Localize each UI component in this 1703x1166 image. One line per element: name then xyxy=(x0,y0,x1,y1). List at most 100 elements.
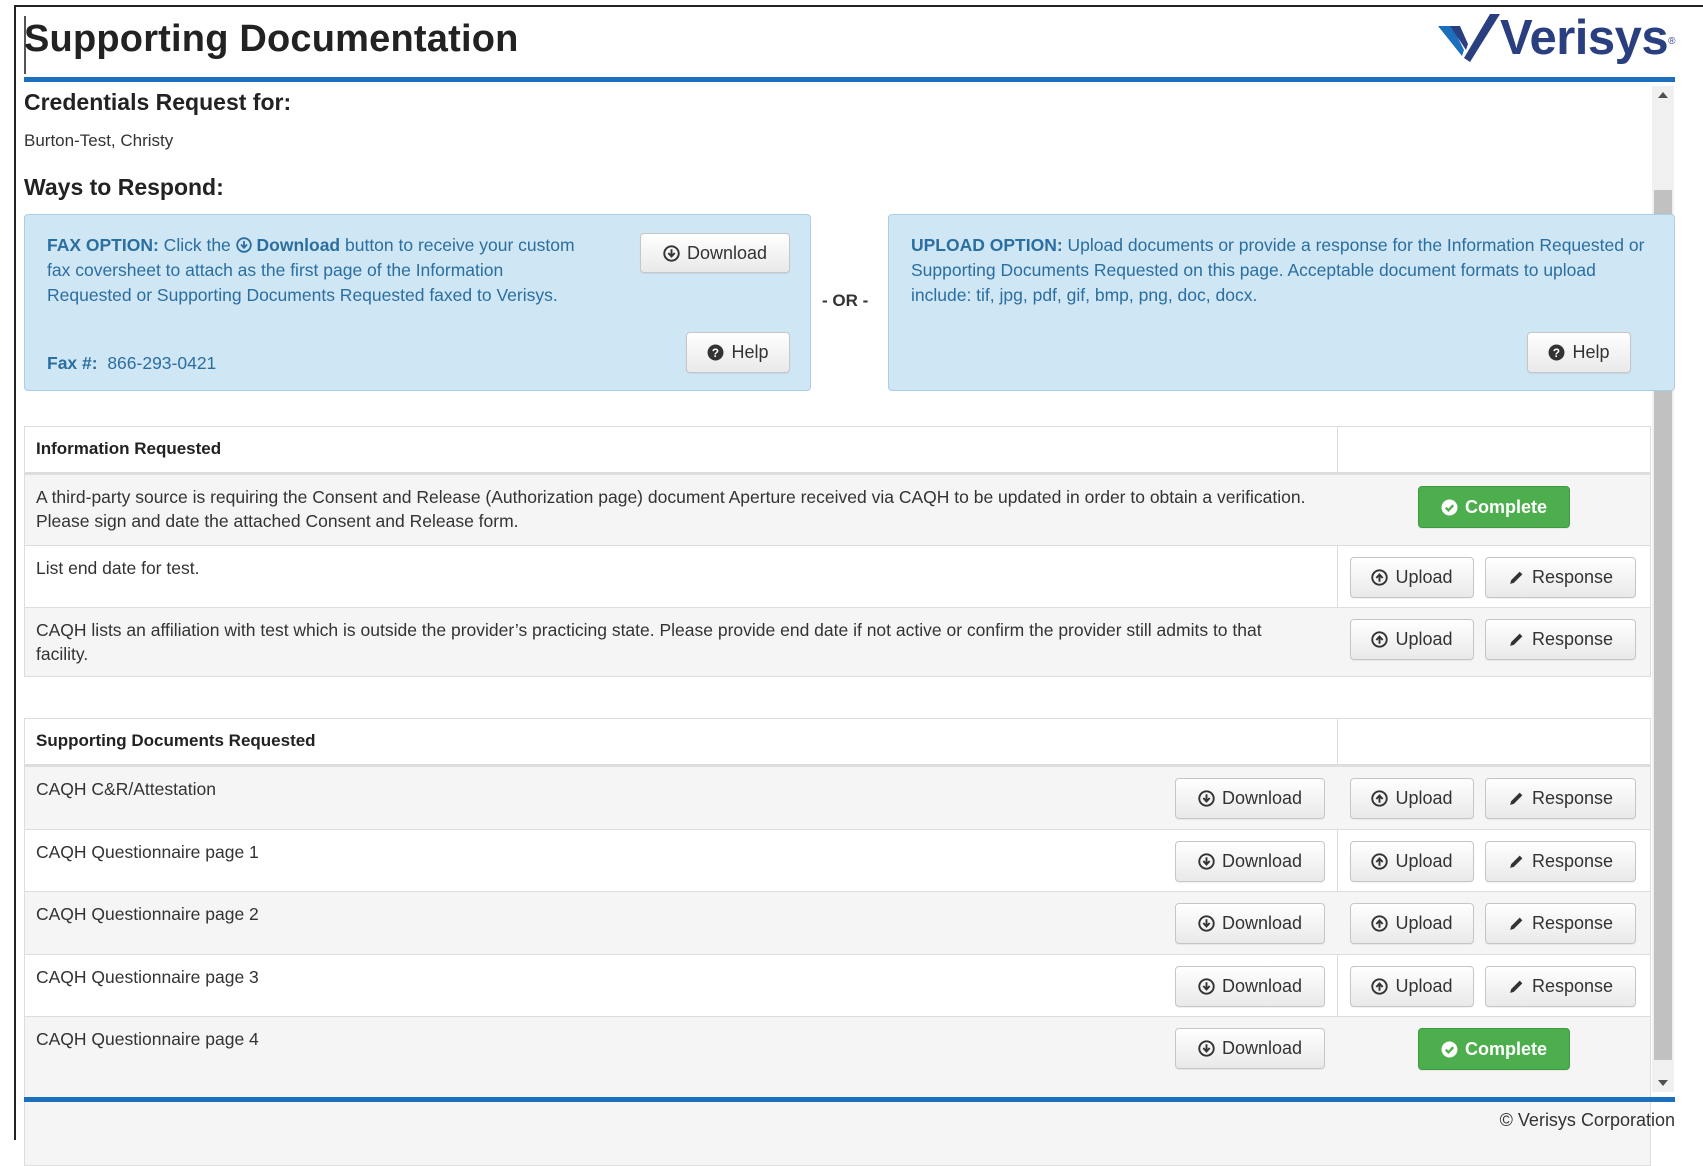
upload-option-panel: UPLOAD OPTION: Upload documents or provi… xyxy=(888,214,1675,391)
response-button[interactable]: Response xyxy=(1485,841,1636,882)
download-label: Download xyxy=(1221,788,1303,808)
fax-download-word: Download xyxy=(256,235,341,255)
download-circle-icon xyxy=(1198,853,1215,870)
upload-circle-icon xyxy=(1371,631,1389,648)
table-row: CAQH Questionnaire page 3 Download Uploa… xyxy=(25,954,1650,1016)
upload-button[interactable]: Upload xyxy=(1350,778,1474,819)
table-row: List end date for test. Upload Response xyxy=(25,545,1650,607)
document-download-button[interactable]: Download xyxy=(1175,966,1325,1007)
question-circle-icon: ? xyxy=(708,344,724,361)
scroll-down-arrow-icon[interactable] xyxy=(1658,1080,1668,1086)
response-button[interactable]: Response xyxy=(1485,966,1636,1007)
credentials-heading: Credentials Request for: xyxy=(24,89,292,115)
document-download-button[interactable]: Download xyxy=(1175,841,1325,882)
svg-text:?: ? xyxy=(712,347,719,360)
table-row: CAQH C&R/Attestation Download Upload Res… xyxy=(25,767,1650,829)
svg-text:?: ? xyxy=(1553,347,1560,360)
ways-to-respond-heading: Ways to Respond: xyxy=(24,174,224,200)
upload-button[interactable]: Upload xyxy=(1350,557,1474,598)
complete-status-button[interactable]: Complete xyxy=(1418,1028,1570,1070)
complete-label: Complete xyxy=(1464,1038,1547,1059)
download-circle-icon xyxy=(235,237,252,253)
pencil-icon xyxy=(1510,980,1523,993)
download-circle-icon xyxy=(1198,978,1215,995)
download-label: Download xyxy=(1221,1038,1303,1058)
complete-label: Complete xyxy=(1464,496,1547,517)
download-label: Download xyxy=(1221,851,1303,871)
fax-number: 866-293-0421 xyxy=(107,353,217,373)
table-row: CAQH Questionnaire page 2 Download Uploa… xyxy=(25,891,1650,954)
document-download-button[interactable]: Download xyxy=(1175,778,1325,819)
response-button[interactable]: Response xyxy=(1485,619,1636,660)
question-circle-icon: ? xyxy=(1549,344,1565,361)
verisys-logo: Verisys ® xyxy=(1434,6,1676,70)
row-description: A third-party source is requiring the Co… xyxy=(36,487,1306,531)
row-description: CAQH lists an affiliation with test whic… xyxy=(36,620,1262,664)
information-requested-table: Information Requested A third-party sour… xyxy=(24,426,1651,677)
table-row: A third-party source is requiring the Co… xyxy=(25,475,1650,545)
fax-number-label: Fax #: xyxy=(47,353,98,373)
response-label: Response xyxy=(1531,976,1614,996)
table-row: CAQH lists an affiliation with test whic… xyxy=(25,607,1650,676)
complete-status-button[interactable]: Complete xyxy=(1418,486,1570,528)
pencil-icon xyxy=(1510,792,1523,805)
pencil-icon xyxy=(1510,571,1523,584)
response-button[interactable]: Response xyxy=(1485,778,1636,819)
page-title: Supporting Documentation xyxy=(24,18,519,60)
document-name: CAQH Questionnaire page 3 xyxy=(36,967,259,987)
document-name: CAQH Questionnaire page 4 xyxy=(36,1029,259,1049)
provider-name: Burton-Test, Christy xyxy=(24,131,174,150)
upload-label: Upload xyxy=(1395,913,1453,933)
check-circle-icon xyxy=(1441,1041,1458,1057)
upload-help-label: Help xyxy=(1572,342,1610,362)
verisys-checkmark-icon xyxy=(1438,14,1500,62)
upload-circle-icon xyxy=(1371,915,1389,932)
download-circle-icon xyxy=(1198,790,1215,807)
footer-copyright: © Verisys Corporation xyxy=(1499,1110,1675,1130)
document-download-button[interactable]: Download xyxy=(1175,903,1325,944)
upload-label: Upload xyxy=(1395,851,1453,871)
upload-option-description: UPLOAD OPTION: Upload documents or provi… xyxy=(911,233,1651,308)
supporting-documents-heading: Supporting Documents Requested xyxy=(36,731,316,750)
table-row: CAQH Questionnaire page 1 Download Uploa… xyxy=(25,829,1650,891)
row-description: List end date for test. xyxy=(36,558,200,578)
download-circle-icon xyxy=(663,244,680,262)
upload-circle-icon xyxy=(1371,569,1389,586)
response-label: Response xyxy=(1531,913,1614,933)
or-separator: - OR - xyxy=(822,291,869,310)
upload-label: Upload xyxy=(1395,629,1453,649)
upload-label: Upload xyxy=(1395,976,1453,996)
fax-download-label: Download xyxy=(686,242,768,263)
response-label: Response xyxy=(1531,567,1614,587)
fax-option-label: FAX OPTION: xyxy=(47,235,159,255)
upload-circle-icon xyxy=(1371,853,1389,870)
fax-help-button[interactable]: ? Help xyxy=(686,332,790,373)
header-rule xyxy=(24,77,1675,82)
upload-button[interactable]: Upload xyxy=(1350,841,1474,882)
upload-help-button[interactable]: ? Help xyxy=(1527,332,1631,373)
upload-option-label: UPLOAD OPTION: xyxy=(911,235,1063,255)
logo-wordmark: Verisys xyxy=(1500,11,1669,65)
information-requested-heading: Information Requested xyxy=(36,439,222,458)
document-name: CAQH Questionnaire page 1 xyxy=(36,842,259,862)
upload-button[interactable]: Upload xyxy=(1350,966,1474,1007)
response-button[interactable]: Response xyxy=(1485,557,1636,598)
pencil-icon xyxy=(1510,917,1523,930)
fax-download-button[interactable]: Download xyxy=(640,233,790,273)
upload-button[interactable]: Upload xyxy=(1350,619,1474,660)
download-circle-icon xyxy=(1198,1040,1215,1057)
response-label: Response xyxy=(1531,851,1614,871)
download-circle-icon xyxy=(1198,915,1215,932)
fax-help-label: Help xyxy=(731,342,769,362)
download-label: Download xyxy=(1221,976,1303,996)
fax-number-line: Fax #: 866-293-0421 xyxy=(47,351,216,376)
response-label: Response xyxy=(1531,629,1614,649)
footer-rule xyxy=(24,1097,1675,1102)
response-button[interactable]: Response xyxy=(1485,903,1636,944)
fax-option-panel: FAX OPTION: Click the Download button to… xyxy=(24,214,811,391)
upload-button[interactable]: Upload xyxy=(1350,903,1474,944)
scroll-up-arrow-icon[interactable] xyxy=(1658,92,1668,98)
document-name: CAQH C&R/Attestation xyxy=(36,779,216,799)
document-download-button[interactable]: Download xyxy=(1175,1028,1325,1069)
upload-label: Upload xyxy=(1395,567,1453,587)
